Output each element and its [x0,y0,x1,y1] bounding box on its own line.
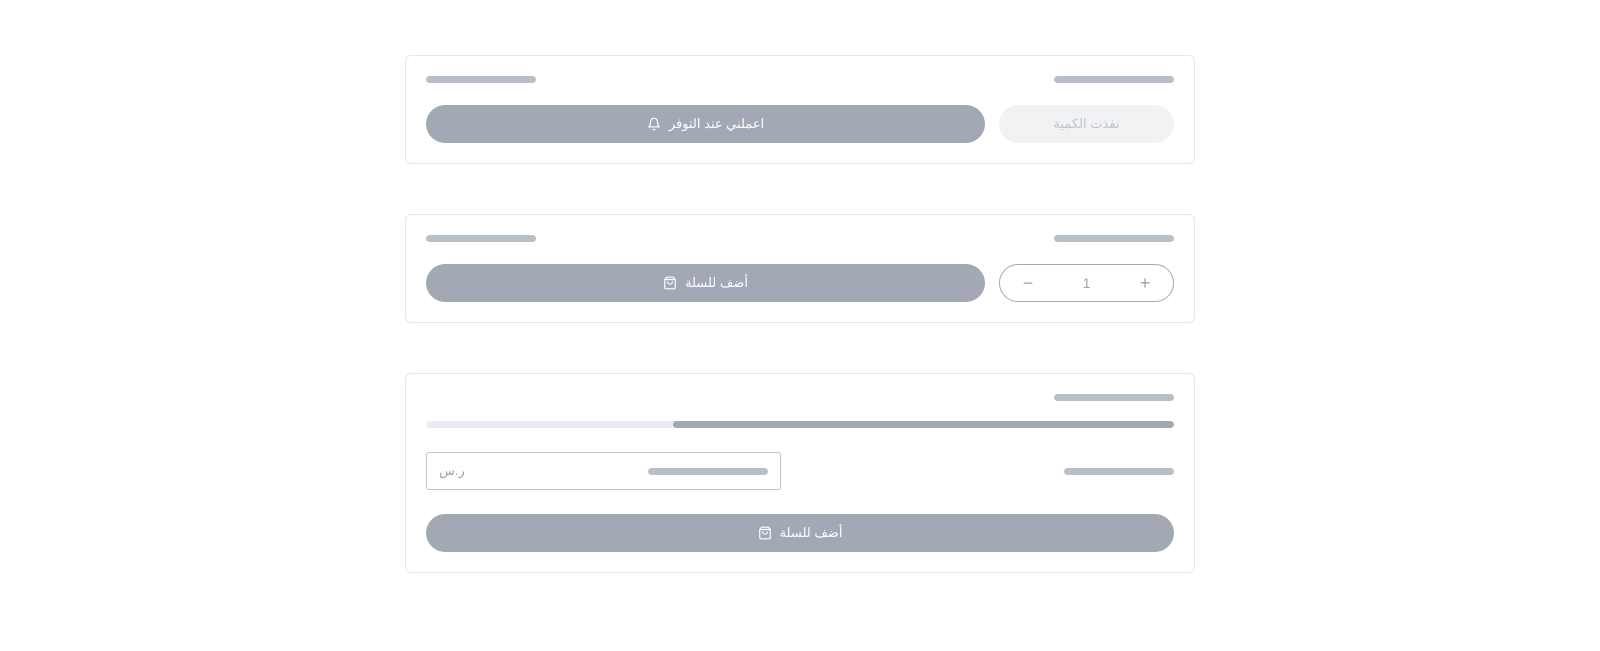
donation-input-row: ر.س [426,452,1174,490]
quantity-decrease-button[interactable]: − [1018,273,1038,293]
product-title-placeholder [1054,76,1174,83]
out-of-stock-button: نفذت الكمية [999,105,1174,143]
shopping-bag-icon [758,526,772,540]
card-header [426,235,1174,242]
card-header [426,76,1174,83]
quantity-value: 1 [1083,275,1091,291]
donation-amount-input[interactable]: ر.س [426,452,781,490]
product-price-placeholder [426,76,536,83]
product-price-placeholder [426,235,536,242]
add-to-cart-button[interactable]: أضف للسلة [426,264,985,302]
donation-input-placeholder [648,468,768,475]
quantity-increase-button[interactable]: + [1135,273,1155,293]
donation-card: ر.س أضف للسلة [405,373,1195,573]
product-card-add-to-cart: + 1 − أضف للسلة [405,214,1195,323]
add-to-cart-label: أضف للسلة [685,275,748,291]
currency-label: ر.س [439,463,465,479]
out-of-stock-label: نفذت الكمية [1053,116,1119,132]
actions-row: + 1 − أضف للسلة [426,264,1174,302]
card-header [426,394,1174,401]
product-card-out-of-stock: نفذت الكمية اعملني عند التوفر [405,55,1195,164]
add-to-cart-label: أضف للسلة [780,525,843,541]
notify-me-label: اعملني عند التوفر [669,116,764,132]
progress-fill [673,421,1174,428]
progress-bar [426,421,1174,428]
quantity-stepper: + 1 − [999,264,1174,302]
bell-icon [647,117,661,131]
actions-row: نفذت الكمية اعملني عند التوفر [426,105,1174,143]
add-to-cart-button[interactable]: أضف للسلة [426,514,1174,552]
shopping-bag-icon [663,276,677,290]
notify-me-button[interactable]: اعملني عند التوفر [426,105,985,143]
product-title-placeholder [1054,235,1174,242]
donation-title-placeholder [1054,394,1174,401]
donation-label-placeholder [1064,468,1174,475]
